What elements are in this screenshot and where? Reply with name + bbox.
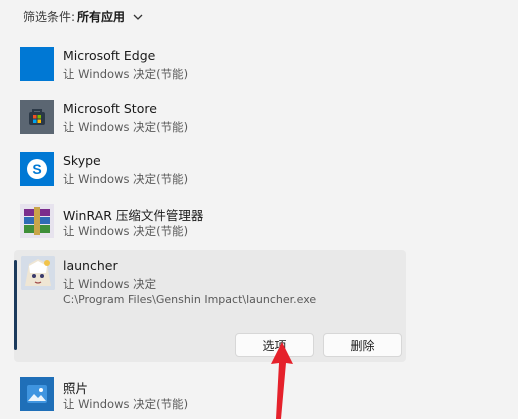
app-item-winrar[interactable]: WinRAR 压缩文件管理器 让 Windows 决定(节能)	[0, 201, 518, 253]
filter-control[interactable]: 筛选条件: 所有应用	[23, 8, 143, 25]
app-name: Microsoft Edge	[63, 48, 156, 63]
chevron-down-icon	[133, 14, 143, 20]
app-mode: 让 Windows 决定(节能)	[63, 120, 189, 134]
app-mode: 让 Windows 决定(节能)	[63, 397, 189, 411]
app-item-photos[interactable]: 照片 让 Windows 决定(节能)	[0, 374, 518, 419]
photos-icon	[20, 377, 54, 411]
app-mode: 让 Windows 决定(节能)	[63, 224, 189, 238]
app-item-microsoft-store[interactable]: Microsoft Store 让 Windows 决定(节能)	[0, 97, 518, 149]
edge-icon	[20, 47, 54, 81]
delete-button[interactable]: 删除	[323, 333, 402, 357]
app-name: 照片	[63, 381, 89, 396]
winrar-icon	[20, 204, 54, 238]
app-name: Microsoft Store	[63, 101, 157, 116]
annotation-arrow	[271, 342, 293, 419]
app-mode: 让 Windows 决定(节能)	[63, 67, 189, 81]
store-icon	[20, 100, 54, 134]
app-name: Skype	[63, 153, 101, 168]
app-item-skype[interactable]: S Skype 让 Windows 决定(节能)	[0, 149, 518, 201]
skype-icon: S	[20, 152, 54, 186]
filter-label: 筛选条件:	[23, 10, 76, 24]
app-mode: 让 Windows 决定(节能)	[63, 172, 189, 186]
filter-value: 所有应用	[77, 10, 126, 24]
app-item-launcher-expanded[interactable]: launcher 让 Windows 决定 C:\Program Files\G…	[14, 250, 406, 362]
selection-indicator	[14, 260, 17, 350]
app-name: WinRAR 压缩文件管理器	[63, 208, 204, 223]
app-name: launcher	[63, 258, 118, 273]
launcher-icon	[21, 256, 55, 290]
app-mode: 让 Windows 决定	[63, 277, 157, 291]
svg-text:S: S	[32, 161, 41, 177]
app-item-microsoft-edge[interactable]: Microsoft Edge 让 Windows 决定(节能)	[0, 44, 518, 96]
app-path: C:\Program Files\Genshin Impact\launcher…	[63, 293, 317, 306]
